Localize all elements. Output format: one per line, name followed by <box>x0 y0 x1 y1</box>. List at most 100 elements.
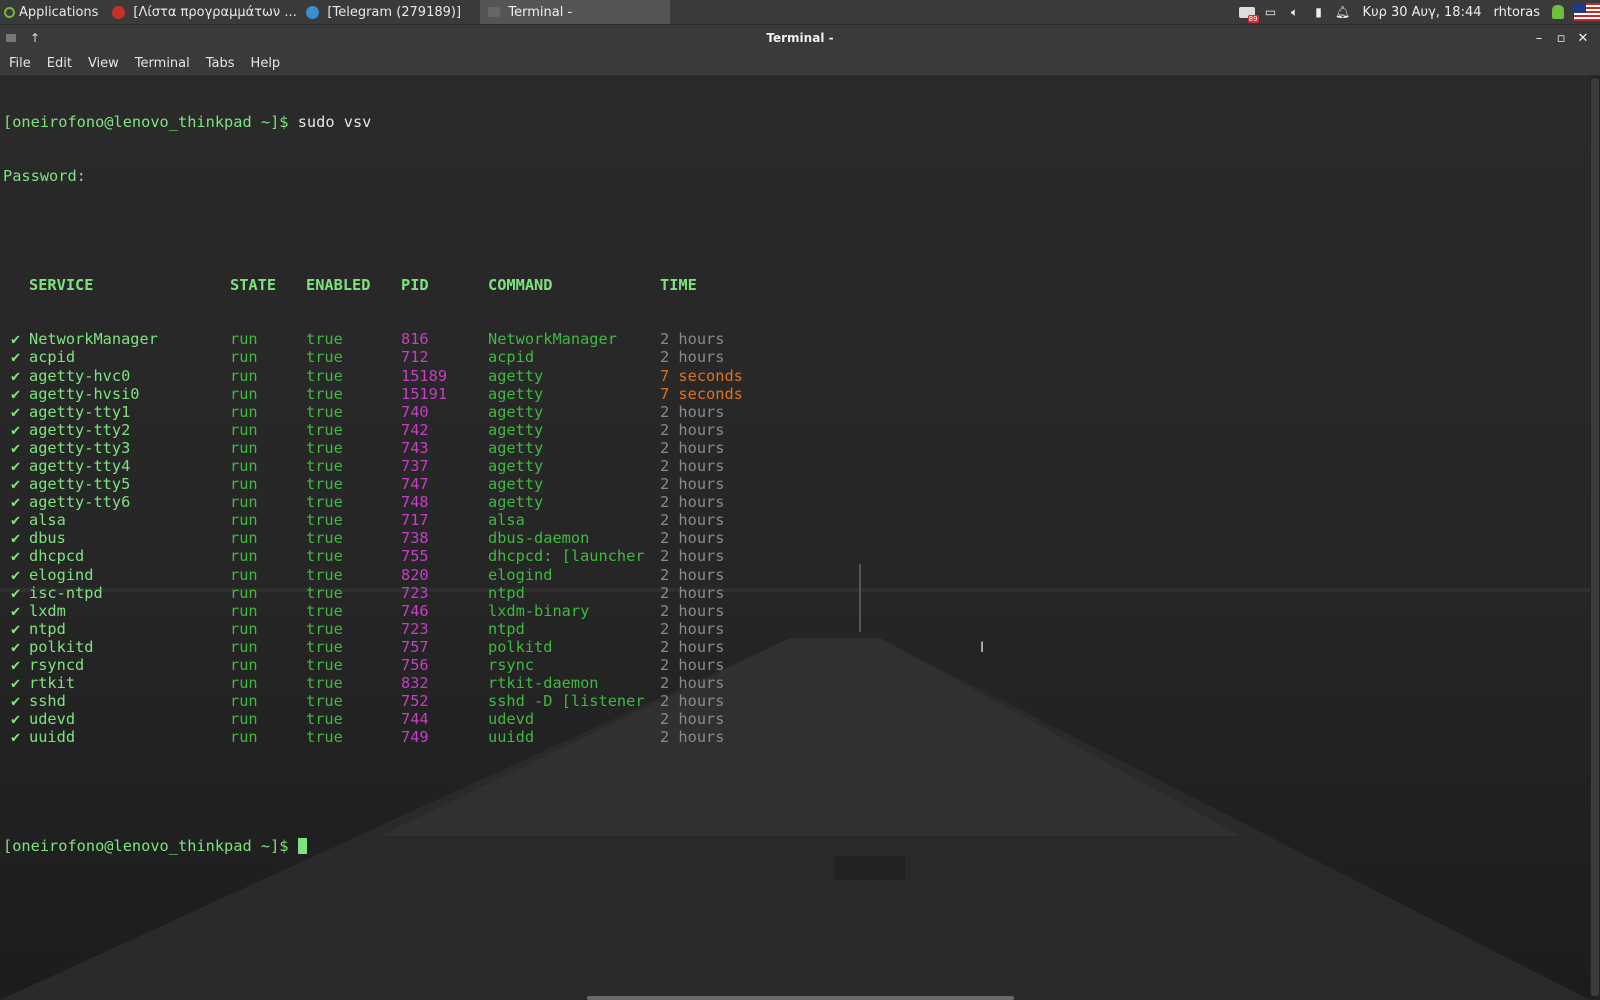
horizontal-scroll-indicator[interactable] <box>587 996 1014 1000</box>
window-menu-icon[interactable] <box>6 34 16 42</box>
table-row: ✔ rtkit run true 832 rtkit-daemon 2 hours <box>3 674 724 693</box>
text-cursor <box>297 837 307 854</box>
clock[interactable]: Κυρ 30 Αυγ, 18:44 <box>1363 5 1482 20</box>
panel-left: Applications [Λίστα προγραμμάτων ... [Te… <box>0 0 671 24</box>
service-command: acpid <box>488 348 535 367</box>
table-row: ✔ agetty-tty3 run true 743 agetty 2 hours <box>3 438 724 457</box>
check-icon: ✔ <box>11 330 21 349</box>
service-enabled: true <box>306 475 343 494</box>
volume-icon[interactable]: 🔈︎ <box>1287 4 1303 20</box>
display-icon[interactable]: ▭ <box>1263 4 1279 20</box>
service-state: run <box>230 456 258 475</box>
table-row: ✔ lxdm run true 746 lxdm-binary 2 hours <box>3 601 724 620</box>
table-row: ✔ uuidd run true 749 uuidd 2 hours <box>3 728 724 747</box>
applications-menu-button[interactable]: Applications <box>0 0 104 24</box>
check-icon: ✔ <box>11 674 21 693</box>
service-enabled: true <box>306 601 343 620</box>
battery-icon[interactable]: ▮ <box>1311 4 1327 20</box>
close-icon[interactable]: ✕ <box>1572 31 1594 46</box>
service-command: ntpd <box>488 619 525 638</box>
service-name: rsyncd <box>29 656 85 674</box>
android-icon[interactable] <box>1552 5 1564 19</box>
notification-bell-icon[interactable]: 🔔︎ <box>1335 4 1351 20</box>
service-enabled: true <box>306 619 343 638</box>
password-line: Password: <box>3 167 371 185</box>
vertical-scrollbar-thumb[interactable] <box>1591 78 1599 996</box>
prompt-line[interactable]: [oneirofono@lenovo_thinkpad ~]$ <box>3 837 371 855</box>
service-enabled: true <box>306 420 343 439</box>
taskbar-item-terminal[interactable]: Terminal - <box>480 0 671 24</box>
service-state: run <box>230 619 258 638</box>
menu-edit[interactable]: Edit <box>39 56 80 71</box>
header-time: TIME <box>660 276 697 295</box>
us-flag-keyboard-layout-icon[interactable] <box>1574 3 1600 21</box>
pin-window-icon[interactable]: ↑ <box>30 31 40 45</box>
service-name: ntpd <box>29 619 66 638</box>
table-row: ✔ udevd run true 744 udevd 2 hours <box>3 710 724 729</box>
service-command: polkitd <box>488 637 553 656</box>
service-name: isc-ntpd <box>29 583 103 602</box>
service-time: 2 hours <box>660 330 725 349</box>
service-pid: 15191 <box>401 384 448 403</box>
service-name: dhcpcd <box>29 547 85 566</box>
maximize-icon[interactable]: ▫ <box>1550 31 1572 46</box>
header-command: COMMAND <box>488 276 553 295</box>
service-enabled: true <box>306 366 343 385</box>
mail-notification-icon[interactable]: 89 <box>1238 4 1259 23</box>
service-name: rtkit <box>29 674 76 693</box>
check-icon: ✔ <box>11 583 21 602</box>
service-pid: 748 <box>401 493 429 512</box>
service-enabled: true <box>306 330 343 349</box>
service-command: sshd -D [listener <box>488 692 645 711</box>
check-icon: ✔ <box>11 438 21 457</box>
taskbar-item-label: [Telegram (279189)] <box>327 4 462 20</box>
service-pid: 746 <box>401 601 429 620</box>
service-time: 2 hours <box>660 583 725 602</box>
service-enabled: true <box>306 728 343 747</box>
service-pid: 723 <box>401 619 429 638</box>
service-time: 7 seconds <box>660 366 743 385</box>
check-icon: ✔ <box>11 529 21 548</box>
table-row: ✔ agetty-tty4 run true 737 agetty 2 hours <box>3 456 724 475</box>
service-name: sshd <box>29 692 66 711</box>
service-name: agetty-tty5 <box>29 475 131 494</box>
table-row: ✔ NetworkManager run true 816 NetworkManager 2… <box>3 330 724 349</box>
applications-menu-label: Applications <box>19 4 99 20</box>
service-command: agetty <box>488 493 544 512</box>
service-pid: 749 <box>401 728 429 747</box>
service-state: run <box>230 583 258 602</box>
user-name[interactable]: rhtoras <box>1494 5 1541 20</box>
service-pid: 816 <box>401 330 429 349</box>
menu-view[interactable]: View <box>80 56 127 71</box>
menu-tabs[interactable]: Tabs <box>198 56 243 71</box>
service-time: 2 hours <box>660 656 725 674</box>
taskbar-item-vivaldi[interactable]: [Λίστα προγραμμάτων ... <box>104 0 298 24</box>
table-row: ✔ rsyncd run true 756 rsync 2 hours <box>3 656 724 674</box>
table-row: ✔ isc-ntpd run true 723 ntpd 2 hours <box>3 583 724 602</box>
service-enabled: true <box>306 438 343 457</box>
service-enabled: true <box>306 348 343 367</box>
check-icon: ✔ <box>11 366 21 385</box>
service-name: elogind <box>29 565 94 584</box>
table-row: ✔ agetty-hvsi0 run true 15191 agetty 7 seconds <box>3 385 743 403</box>
service-state: run <box>230 710 258 729</box>
service-state: run <box>230 656 258 674</box>
menu-terminal[interactable]: Terminal <box>127 56 198 71</box>
table-row: ✔ ntpd run true 723 ntpd 2 hours <box>3 619 724 638</box>
menu-help[interactable]: Help <box>243 56 289 71</box>
service-pid: 820 <box>401 565 429 584</box>
header-state: STATE <box>230 276 277 295</box>
window-titlebar[interactable]: ↑ Terminal - – ▫ ✕ <box>0 25 1600 51</box>
service-name: NetworkManager <box>29 330 158 349</box>
service-time: 2 hours <box>660 348 725 367</box>
menu-file[interactable]: File <box>0 56 39 71</box>
service-command: agetty <box>488 420 544 439</box>
taskbar-item-telegram[interactable]: [Telegram (279189)] <box>298 0 480 24</box>
check-icon: ✔ <box>11 402 21 421</box>
service-name: alsa <box>29 511 66 530</box>
minimize-icon[interactable]: – <box>1528 31 1550 46</box>
vivaldi-browser-icon <box>112 5 126 19</box>
check-icon: ✔ <box>11 348 21 367</box>
